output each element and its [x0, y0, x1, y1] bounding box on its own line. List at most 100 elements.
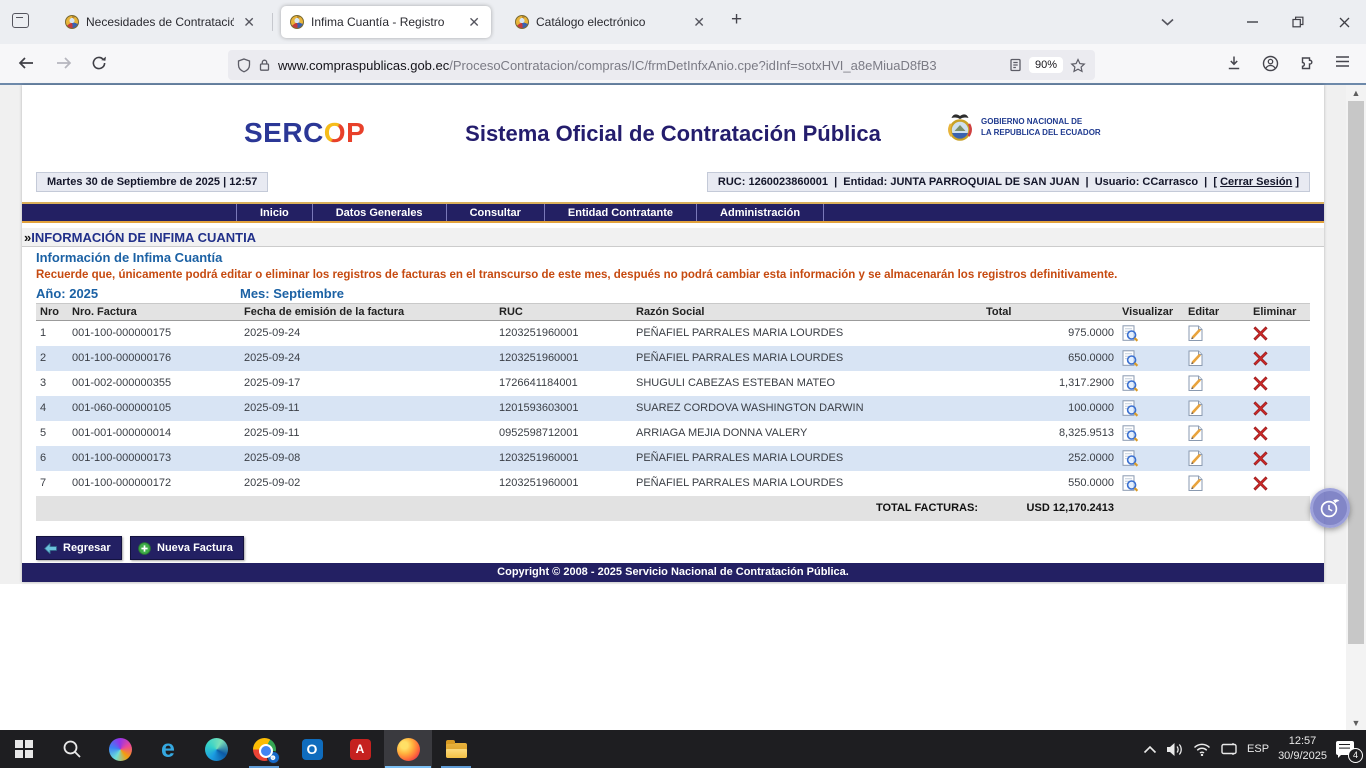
visualizar-icon[interactable]: [1122, 475, 1139, 492]
visualizar-icon[interactable]: [1122, 425, 1139, 442]
edge-button[interactable]: [192, 730, 240, 768]
visualizar-icon[interactable]: [1122, 375, 1139, 392]
minimize-button[interactable]: [1237, 10, 1267, 34]
editar-icon[interactable]: [1188, 400, 1204, 417]
editar-action[interactable]: [1184, 471, 1249, 496]
internet-explorer-button[interactable]: e: [144, 730, 192, 768]
editar-icon[interactable]: [1188, 350, 1204, 367]
volume-icon[interactable]: [1166, 742, 1184, 757]
menu-item-administracion[interactable]: Administración: [696, 204, 824, 221]
editar-icon[interactable]: [1188, 475, 1204, 492]
eliminar-action[interactable]: [1249, 471, 1310, 496]
editar-action[interactable]: [1184, 421, 1249, 446]
internet-explorer-icon: e: [161, 737, 175, 762]
outlook-button[interactable]: O: [288, 730, 336, 768]
edge-icon: [205, 738, 228, 761]
eliminar-action[interactable]: [1249, 446, 1310, 471]
visualizar-action[interactable]: [1118, 471, 1184, 496]
language-indicator[interactable]: ESP: [1247, 743, 1269, 755]
visualizar-action[interactable]: [1118, 346, 1184, 371]
visualizar-icon[interactable]: [1122, 450, 1139, 467]
close-button[interactable]: [1329, 10, 1359, 34]
eliminar-icon[interactable]: [1253, 326, 1268, 341]
editar-action[interactable]: [1184, 346, 1249, 371]
logout-link[interactable]: Cerrar Sesión: [1220, 176, 1292, 188]
new-tab-button[interactable]: +: [731, 9, 742, 31]
visualizar-action[interactable]: [1118, 446, 1184, 471]
reader-mode-icon[interactable]: [1009, 58, 1022, 72]
tab-necesidades[interactable]: Necesidades de Contratación y ✕: [56, 6, 266, 38]
scrollbar-thumb[interactable]: [1348, 101, 1364, 644]
eliminar-action[interactable]: [1249, 396, 1310, 421]
menu-item-consultar[interactable]: Consultar: [446, 204, 544, 221]
visualizar-icon[interactable]: [1122, 325, 1139, 342]
tab-tray-icon[interactable]: [12, 13, 29, 28]
eliminar-icon[interactable]: [1253, 426, 1268, 441]
eliminar-action[interactable]: [1249, 421, 1310, 446]
eliminar-icon[interactable]: [1253, 376, 1268, 391]
eliminar-icon[interactable]: [1253, 401, 1268, 416]
eliminar-icon[interactable]: [1253, 476, 1268, 491]
eliminar-action[interactable]: [1249, 346, 1310, 371]
notification-center-button[interactable]: 4: [1336, 741, 1356, 758]
tracking-shield-icon[interactable]: [237, 58, 251, 73]
editar-icon[interactable]: [1188, 450, 1204, 467]
menu-item-entidad-contratante[interactable]: Entidad Contratante: [544, 204, 696, 221]
editar-action[interactable]: [1184, 321, 1249, 346]
account-icon[interactable]: [1262, 55, 1279, 77]
visualizar-action[interactable]: [1118, 396, 1184, 421]
list-tabs-chevron-icon[interactable]: [1152, 10, 1182, 34]
regresar-button[interactable]: Regresar: [36, 536, 122, 560]
url-text[interactable]: www.compraspublicas.gob.ec/ProcesoContra…: [278, 58, 1002, 73]
url-bar[interactable]: www.compraspublicas.gob.ec/ProcesoContra…: [228, 50, 1095, 80]
scroll-down-icon[interactable]: ▼: [1346, 715, 1366, 730]
nueva-factura-button[interactable]: Nueva Factura: [130, 536, 244, 560]
start-button[interactable]: [0, 730, 48, 768]
visualizar-action[interactable]: [1118, 371, 1184, 396]
eliminar-icon[interactable]: [1253, 451, 1268, 466]
menu-item-datos-generales[interactable]: Datos Generales: [312, 204, 446, 221]
tab-close-icon[interactable]: ✕: [466, 15, 482, 29]
tab-infima-cuantia[interactable]: Infima Cuantía - Registro ✕: [281, 6, 491, 38]
editar-icon[interactable]: [1188, 425, 1204, 442]
eliminar-action[interactable]: [1249, 371, 1310, 396]
forward-icon[interactable]: [55, 55, 73, 76]
chrome-button[interactable]: ☻: [240, 730, 288, 768]
eliminar-icon[interactable]: [1253, 351, 1268, 366]
search-button[interactable]: [48, 730, 96, 768]
tab-close-icon[interactable]: ✕: [691, 15, 707, 29]
acrobat-button[interactable]: A: [336, 730, 384, 768]
extensions-icon[interactable]: [1298, 55, 1314, 76]
visualizar-icon[interactable]: [1122, 350, 1139, 367]
session-timer-widget[interactable]: [1310, 488, 1350, 528]
visualizar-action[interactable]: [1118, 321, 1184, 346]
taskbar-clock[interactable]: 12:57 30/9/2025: [1278, 734, 1327, 764]
tab-catalogo[interactable]: Catálogo electrónico ✕: [506, 6, 716, 38]
scrollbar[interactable]: ▲ ▼: [1346, 85, 1366, 730]
editar-icon[interactable]: [1188, 375, 1204, 392]
editar-icon[interactable]: [1188, 325, 1204, 342]
editar-action[interactable]: [1184, 446, 1249, 471]
file-explorer-button[interactable]: [432, 730, 480, 768]
zoom-level-badge[interactable]: 90%: [1029, 57, 1063, 73]
tab-close-icon[interactable]: ✕: [241, 15, 257, 29]
bookmark-star-icon[interactable]: [1070, 58, 1086, 73]
visualizar-action[interactable]: [1118, 421, 1184, 446]
editar-action[interactable]: [1184, 396, 1249, 421]
visualizar-icon[interactable]: [1122, 400, 1139, 417]
reload-icon[interactable]: [91, 55, 107, 76]
restore-button[interactable]: [1283, 10, 1313, 34]
editar-action[interactable]: [1184, 371, 1249, 396]
menu-hamburger-icon[interactable]: [1335, 55, 1350, 73]
scroll-up-icon[interactable]: ▲: [1346, 85, 1366, 100]
downloads-icon[interactable]: [1226, 55, 1242, 76]
lock-icon[interactable]: [258, 58, 271, 72]
tray-chevron-up-icon[interactable]: [1143, 745, 1157, 754]
menu-item-inicio[interactable]: Inicio: [236, 204, 312, 221]
connect-display-icon[interactable]: [1220, 742, 1238, 756]
back-icon[interactable]: [17, 55, 35, 76]
wifi-icon[interactable]: [1193, 742, 1211, 756]
copilot-button[interactable]: [96, 730, 144, 768]
firefox-button[interactable]: [384, 730, 432, 768]
eliminar-action[interactable]: [1249, 321, 1310, 346]
